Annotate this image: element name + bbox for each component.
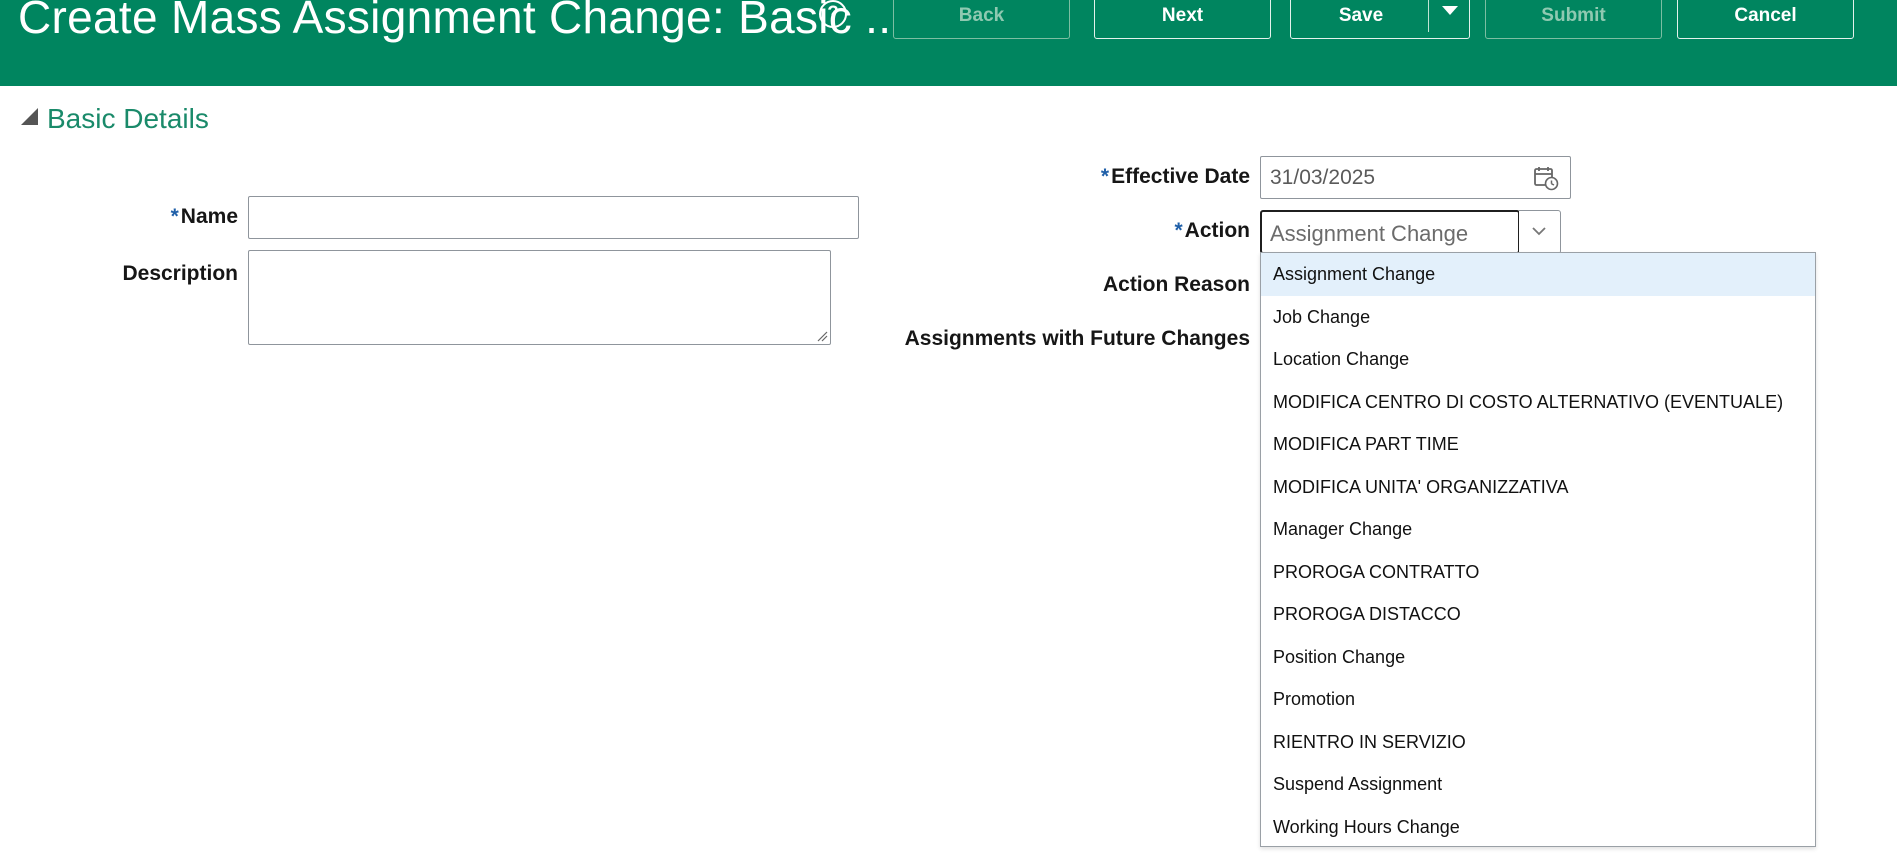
action-option[interactable]: MODIFICA PART TIME [1261, 423, 1815, 466]
save-button[interactable]: Save [1290, 0, 1470, 39]
action-option[interactable]: Working Hours Change [1261, 806, 1815, 847]
action-option[interactable]: PROROGA CONTRATTO [1261, 551, 1815, 594]
chevron-down-icon [1532, 227, 1546, 236]
section-title: Basic Details [47, 103, 209, 134]
back-button[interactable]: Back [893, 0, 1070, 39]
cancel-button[interactable]: Cancel [1677, 0, 1854, 39]
action-option[interactable]: Manager Change [1261, 508, 1815, 551]
next-button[interactable]: Next [1094, 0, 1271, 39]
action-option[interactable]: Promotion [1261, 678, 1815, 721]
action-value: Assignment Change [1270, 221, 1469, 246]
name-label: *Name [170, 205, 238, 228]
description-field[interactable] [248, 250, 831, 345]
submit-button[interactable]: Submit [1485, 0, 1662, 39]
name-field[interactable] [248, 196, 859, 239]
required-marker: * [170, 205, 179, 228]
required-marker: * [1174, 219, 1183, 242]
action-dropdown-button[interactable] [1519, 210, 1561, 254]
action-option[interactable]: MODIFICA CENTRO DI COSTO ALTERNATIVO (EV… [1261, 381, 1815, 424]
action-option[interactable]: MODIFICA UNITA' ORGANIZZATIVA [1261, 466, 1815, 509]
action-option[interactable]: Suspend Assignment [1261, 763, 1815, 806]
action-label: *Action [1174, 219, 1250, 242]
triangle-collapse-icon[interactable] [21, 108, 38, 125]
page-title: Create Mass Assignment Change: Basic ... [18, 0, 905, 43]
action-option[interactable]: Position Change [1261, 636, 1815, 679]
effective-date-label: *Effective Date [1100, 165, 1250, 188]
page-header: Create Mass Assignment Change: Basic ...… [0, 0, 1897, 86]
save-split-divider [1428, 0, 1429, 32]
resize-grip-icon[interactable] [816, 330, 828, 342]
action-option[interactable]: RIENTRO IN SERVIZIO [1261, 721, 1815, 764]
help-icon[interactable]: ? [819, 0, 847, 28]
action-option[interactable]: Location Change [1261, 338, 1815, 381]
caret-down-icon[interactable] [1442, 6, 1458, 15]
action-combobox[interactable]: Assignment Change [1260, 210, 1520, 254]
action-reason-label: Action Reason [1102, 273, 1250, 296]
future-changes-label: Assignments with Future Changes [904, 327, 1250, 350]
effective-date-field[interactable]: 31/03/2025 [1260, 156, 1571, 199]
description-label: Description [122, 262, 238, 285]
action-listbox: Assignment Change Job Change Location Ch… [1260, 252, 1816, 847]
save-button-label: Save [1338, 5, 1384, 26]
effective-date-value: 31/03/2025 [1270, 166, 1376, 189]
action-option[interactable]: Assignment Change [1261, 253, 1815, 296]
calendar-icon[interactable] [1533, 165, 1559, 191]
action-option[interactable]: PROROGA DISTACCO [1261, 593, 1815, 636]
required-marker: * [1100, 165, 1110, 188]
action-option[interactable]: Job Change [1261, 296, 1815, 339]
